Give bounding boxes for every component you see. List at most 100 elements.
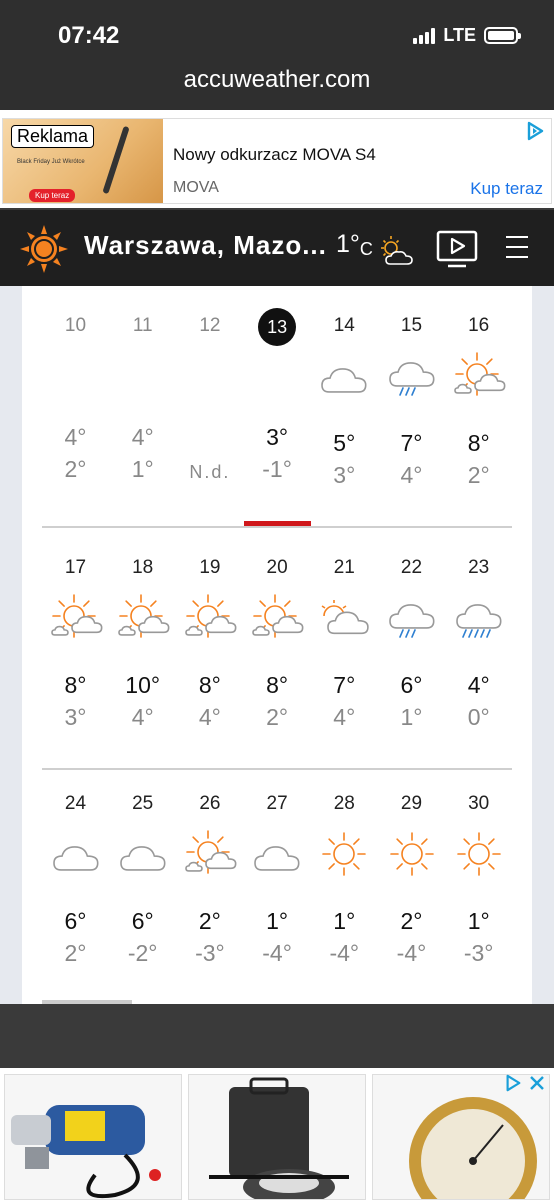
- calendar-day-26[interactable]: 26 2° -3°: [176, 786, 243, 967]
- high-temp: 8°: [467, 430, 490, 456]
- calendar-day-25[interactable]: 25 6° -2°: [109, 786, 176, 967]
- high-temp: 2°: [400, 908, 423, 934]
- calendar-day-28[interactable]: 28 1° -4°: [311, 786, 378, 967]
- url-bar[interactable]: accuweather.com: [0, 66, 554, 94]
- ad-product-toilet[interactable]: [188, 1074, 366, 1200]
- sunny-icon: [311, 830, 378, 896]
- ad-banner-frame[interactable]: Black Friday Już Wkrótce Kup teraz Rekla…: [2, 118, 552, 204]
- low-temp: -3°: [463, 940, 494, 966]
- calendar-week: 24 6° 2° 25 6° -2° 26 2° -3° 27 1° -4° 28 1° -4° 29 2° -4…: [42, 786, 512, 996]
- cloudy-icon: [244, 830, 311, 896]
- calendar-day-10[interactable]: 10 4° 2°: [42, 308, 109, 483]
- signal-icon: [413, 27, 436, 44]
- low-temp: 1°: [400, 704, 423, 730]
- low-temp: 4°: [400, 462, 423, 488]
- ad-product-pump[interactable]: [4, 1074, 182, 1200]
- high-temp: 1°: [333, 908, 356, 934]
- adchoices-icon[interactable]: [525, 121, 545, 141]
- site-header: Warszawa, Mazo... 1°C: [0, 210, 554, 286]
- day-number: 16: [468, 315, 490, 336]
- partly-cloudy-icon: [381, 236, 413, 265]
- calendar-day-22[interactable]: 22 6° 1°: [378, 550, 445, 731]
- calendar-day-24[interactable]: 24 6° 2°: [42, 786, 109, 967]
- accuweather-logo-icon[interactable]: [20, 225, 68, 273]
- sunny-icon: [378, 830, 445, 896]
- bottom-ad-banner[interactable]: [0, 1068, 554, 1200]
- calendar-day-18[interactable]: 18 10° 4°: [109, 550, 176, 731]
- vacuum-image: [102, 125, 130, 195]
- ad-label: Reklama: [11, 125, 95, 148]
- hamburger-menu-icon[interactable]: [506, 236, 530, 258]
- rain-icon: [378, 352, 445, 418]
- calendar-day-11[interactable]: 11 4° 1°: [109, 308, 176, 483]
- low-temp: 3°: [64, 704, 87, 730]
- high-temp: 8°: [266, 672, 289, 698]
- sun-cloud-icon: [244, 594, 311, 660]
- high-temp: 4°: [64, 424, 87, 450]
- high-temp: 3°: [266, 424, 289, 450]
- location-title[interactable]: Warszawa, Mazo...: [84, 230, 327, 261]
- high-temp: 8°: [198, 672, 221, 698]
- ad-product-thermometer[interactable]: [372, 1074, 550, 1200]
- ad-title[interactable]: Nowy odkurzacz MOVA S4: [173, 145, 376, 165]
- high-temp: 6°: [131, 908, 154, 934]
- calendar-day-30[interactable]: 30 1° -3°: [445, 786, 512, 967]
- browser-top-bar: 07:42 LTE accuweather.com: [0, 0, 554, 110]
- low-temp: 4°: [333, 704, 356, 730]
- calendar-day-23[interactable]: 23 4° 0°: [445, 550, 512, 731]
- pump-image: [11, 1105, 161, 1198]
- video-icon[interactable]: [436, 230, 478, 270]
- high-temp: 7°: [333, 672, 356, 698]
- calendar-day-27[interactable]: 27 1° -4°: [244, 786, 311, 967]
- week-divider: [42, 526, 512, 528]
- ad-cta-link[interactable]: Kup teraz: [470, 179, 543, 199]
- low-temp: -4°: [262, 940, 292, 966]
- high-temp: 1°: [266, 908, 289, 934]
- calendar-day-15[interactable]: 15 7° 4°: [378, 308, 445, 489]
- high-temp: 4°: [467, 672, 490, 698]
- no-icon: [109, 346, 176, 412]
- high-temp: 8°: [64, 672, 87, 698]
- calendar-day-13[interactable]: 13 3° -1°: [244, 308, 311, 483]
- cloudy-icon: [42, 830, 109, 896]
- calendar-day-21[interactable]: 21 7° 4°: [311, 550, 378, 731]
- low-temp: 3°: [333, 462, 356, 488]
- day-number: 19: [199, 557, 221, 578]
- day-number: 25: [132, 793, 154, 814]
- current-temperature: 1°C: [336, 230, 373, 259]
- calendar-day-16[interactable]: 16 8° 2°: [445, 308, 512, 489]
- high-temp: 5°: [333, 430, 356, 456]
- day-number: 27: [266, 793, 288, 814]
- adchoices-icon[interactable]: [504, 1074, 522, 1092]
- low-temp: 0°: [467, 704, 490, 730]
- high-temp: 7°: [400, 430, 423, 456]
- cloud-sun-icon: [311, 594, 378, 660]
- calendar-day-12[interactable]: 12 N.d.: [176, 308, 243, 483]
- no-data-label: N.d.: [189, 462, 231, 482]
- ad-image[interactable]: Black Friday Już Wkrótce Kup teraz Rekla…: [3, 119, 163, 203]
- week-divider: [42, 768, 512, 770]
- calendar-day-14[interactable]: 14 5° 3°: [311, 308, 378, 489]
- calendar-week: 10 4° 2° 11 4° 1° 12 N.d. 13 3° -1° 14 5° 3° 15 7° 4° 16 8…: [42, 308, 512, 527]
- low-temp: 2°: [467, 462, 490, 488]
- ad-banner[interactable]: Black Friday Już Wkrótce Kup teraz Rekla…: [0, 110, 554, 208]
- day-number: 24: [64, 793, 87, 814]
- no-icon: [244, 346, 311, 412]
- day-number: 26: [199, 793, 221, 814]
- sun-cloud-icon: [109, 594, 176, 660]
- high-temp: 1°: [467, 908, 490, 934]
- close-icon[interactable]: [528, 1074, 546, 1092]
- ad-image-button[interactable]: Kup teraz: [29, 189, 76, 202]
- calendar-day-17[interactable]: 17 8° 3°: [42, 550, 109, 731]
- rain-icon: [378, 594, 445, 660]
- sun-cloud-icon: [176, 594, 243, 660]
- day-number: 21: [333, 557, 355, 578]
- calendar-day-19[interactable]: 19 8° 4°: [176, 550, 243, 731]
- low-temp: -2°: [127, 940, 158, 966]
- monthly-calendar-section: 10 4° 2° 11 4° 1° 12 N.d. 13 3° -1° 14 5° 3° 15 7° 4° 16 8…: [0, 286, 554, 1004]
- cloudy-icon: [109, 830, 176, 896]
- sun-cloud-icon: [445, 352, 512, 418]
- day-number: 18: [132, 557, 154, 578]
- calendar-day-20[interactable]: 20 8° 2°: [244, 550, 311, 731]
- calendar-day-29[interactable]: 29 2° -4°: [378, 786, 445, 967]
